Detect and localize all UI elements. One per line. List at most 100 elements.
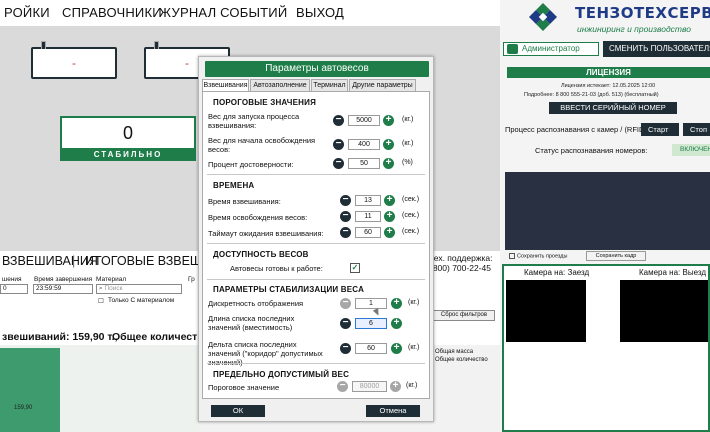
scale-ready-label: Автовесы готовы к работе: <box>230 264 323 273</box>
camera-in-feed <box>506 280 586 342</box>
recognition-status-badge: ВКЛЮЧЕН <box>672 144 710 156</box>
col-material-label: Материал <box>96 276 127 283</box>
tab-weighings[interactable]: ВЗВЕШИВАНИЯ <box>2 254 98 268</box>
weigh-time-input[interactable]: 13 <box>355 195 381 206</box>
search-icon: ⌕ <box>99 285 103 292</box>
camera-out-label: Камера на: Выезд <box>639 268 707 277</box>
switch-user-button[interactable]: СМЕНИТЬ ПОЛЬЗОВАТЕЛЯ <box>603 41 710 57</box>
divider <box>207 363 425 364</box>
timeout-plus-button[interactable]: + <box>384 227 395 238</box>
save-frame-button[interactable]: Сохранить кадр <box>586 251 646 261</box>
stop-recognition-button[interactable]: Стоп <box>683 123 710 136</box>
confidence-label: Процент достоверности: <box>208 160 294 169</box>
menu-item-directories[interactable]: СПРАВОЧНИКИ <box>62 5 162 20</box>
divider <box>207 243 425 244</box>
list-length-plus-button[interactable]: + <box>391 318 402 329</box>
threshold-label: Пороговое значение <box>208 383 280 392</box>
discreteness-minus-button[interactable]: − <box>340 298 351 309</box>
release-time-plus-button[interactable]: + <box>384 211 395 222</box>
summary-weighings: звешиваний: 159,90 т., <box>2 331 118 343</box>
checkbox-icon <box>509 253 515 259</box>
section-availability-title: ДОСТУПНОСТЬ ВЕСОВ <box>213 250 309 259</box>
delta-minus-button[interactable]: − <box>340 343 351 354</box>
weigh-time-minus-button[interactable]: − <box>340 195 351 206</box>
discreteness-input[interactable]: 1 <box>355 298 387 309</box>
release-weight-unit: (кг.) <box>402 140 414 147</box>
release-time-unit: (сек.) <box>402 212 420 219</box>
confidence-input[interactable]: 50 <box>348 158 380 169</box>
menu-item-stroyki[interactable]: РОЙКИ <box>4 5 50 20</box>
camera-in-label: Камера на: Заезд <box>524 268 590 277</box>
summary-total: Общее количество <box>112 331 211 343</box>
tab-terminal[interactable]: Терминал <box>311 79 348 91</box>
release-weight-label: Вес для начала освобождения весов: <box>208 136 316 154</box>
threshold-plus-button[interactable]: + <box>390 381 401 392</box>
license-support: Подробнее: 8 800 555-21-03 (доб. 513) (б… <box>524 92 659 98</box>
delta-plus-button[interactable]: + <box>391 343 402 354</box>
menu-item-exit[interactable]: ВЫХОД <box>296 5 344 20</box>
ok-button[interactable]: ОК <box>211 405 265 417</box>
scale-value: 0 <box>122 123 133 143</box>
current-user: Администратор <box>503 42 599 56</box>
divider <box>207 174 425 175</box>
discreteness-plus-button[interactable]: + <box>391 298 402 309</box>
timeout-label: Таймаут ожидания взвешивания: <box>208 229 324 238</box>
camera-out-feed <box>620 280 708 342</box>
start-weight-input[interactable]: 5000 <box>348 115 380 126</box>
chart-value-label: 159,90 <box>14 405 33 411</box>
tab-autofill[interactable]: Автозаполнение <box>250 79 310 91</box>
section-thresholds-title: ПОРОГОВЫЕ ЗНАЧЕНИЯ <box>213 98 317 107</box>
col-group-label: Гр <box>188 276 195 283</box>
start-weight-plus-button[interactable]: + <box>383 115 394 126</box>
company-logo-icon <box>529 3 557 31</box>
list-length-label: Длина списка последних значений (вместим… <box>208 314 295 332</box>
threshold-input[interactable]: 80000 <box>352 381 387 392</box>
reset-filters-button[interactable]: Сброс фильтров <box>433 310 495 321</box>
save-passes-checkbox[interactable]: Сохранить проезды <box>509 253 567 259</box>
release-weight-input[interactable]: 400 <box>348 139 380 150</box>
discreteness-label: Дискретность отображения <box>208 299 304 308</box>
support-info: тех. поддержка: (800) 700-22-45 <box>430 253 493 273</box>
confidence-minus-button[interactable]: − <box>333 158 344 169</box>
list-length-minus-button[interactable]: − <box>340 318 351 329</box>
recognition-status-label: Статус распознавания номеров: <box>535 146 648 155</box>
timeout-unit: (сек.) <box>402 228 420 235</box>
section-limit-title: ПРЕДЕЛЬНО ДОПУСТИМЫЙ ВЕС <box>213 370 350 379</box>
start-recognition-button[interactable]: Старт <box>641 123 679 136</box>
end-time-field[interactable]: 23:59:59 <box>33 284 93 294</box>
start-weight-minus-button[interactable]: − <box>333 115 344 126</box>
scale-ready-checkbox[interactable]: ✓ <box>350 263 360 273</box>
tab-other-params[interactable]: Другие параметры <box>349 79 416 91</box>
release-weight-minus-button[interactable]: − <box>333 139 344 150</box>
col-weighing-label: шения <box>2 276 22 283</box>
top-menu: РОЙКИ СПРАВОЧНИКИ ЖУРНАЛ СОБЫТИЙ ВЫХОД <box>0 0 500 26</box>
enter-serial-button[interactable]: ВВЕСТИ СЕРИЙНЫЙ НОМЕР <box>549 102 677 114</box>
timeout-minus-button[interactable]: − <box>340 227 351 238</box>
start-time-field[interactable]: 0 <box>0 284 28 294</box>
discreteness-unit: (кг.) <box>408 299 420 306</box>
section-stabilization-title: ПАРАМЕТРЫ СТАБИЛИЗАЦИИ ВЕСА <box>213 285 365 294</box>
threshold-minus-button[interactable]: − <box>337 381 348 392</box>
recognition-process-label: Процесс распознавания с камер / (RFID): <box>505 125 650 134</box>
video-preview <box>505 172 710 250</box>
menu-item-event-log[interactable]: ЖУРНАЛ СОБЫТИЙ <box>159 5 287 20</box>
timeout-input[interactable]: 60 <box>355 227 381 238</box>
weight-box-1: - <box>31 41 117 79</box>
col-end-time-label: Время завершения <box>34 276 93 283</box>
release-weight-plus-button[interactable]: + <box>383 139 394 150</box>
release-time-minus-button[interactable]: − <box>340 211 351 222</box>
material-search-input[interactable]: ⌕ Поиск <box>96 284 182 294</box>
chart-bar <box>0 348 60 432</box>
weigh-time-plus-button[interactable]: + <box>384 195 395 206</box>
release-time-input[interactable]: 11 <box>355 211 381 222</box>
only-material-checkbox[interactable]: ☐ <box>98 297 104 305</box>
delta-input[interactable]: 60 <box>355 343 387 354</box>
threshold-unit: (кг.) <box>406 382 418 389</box>
weigh-time-unit: (сек.) <box>402 196 420 203</box>
list-length-input[interactable]: 6 <box>355 318 387 329</box>
section-times-title: ВРЕМЕНА <box>213 181 255 190</box>
scale-status: СТАБИЛЬНО <box>60 148 196 161</box>
cancel-button[interactable]: Отмена <box>366 405 420 417</box>
confidence-plus-button[interactable]: + <box>383 158 394 169</box>
dialog-title: Параметры автовесов <box>205 61 429 77</box>
